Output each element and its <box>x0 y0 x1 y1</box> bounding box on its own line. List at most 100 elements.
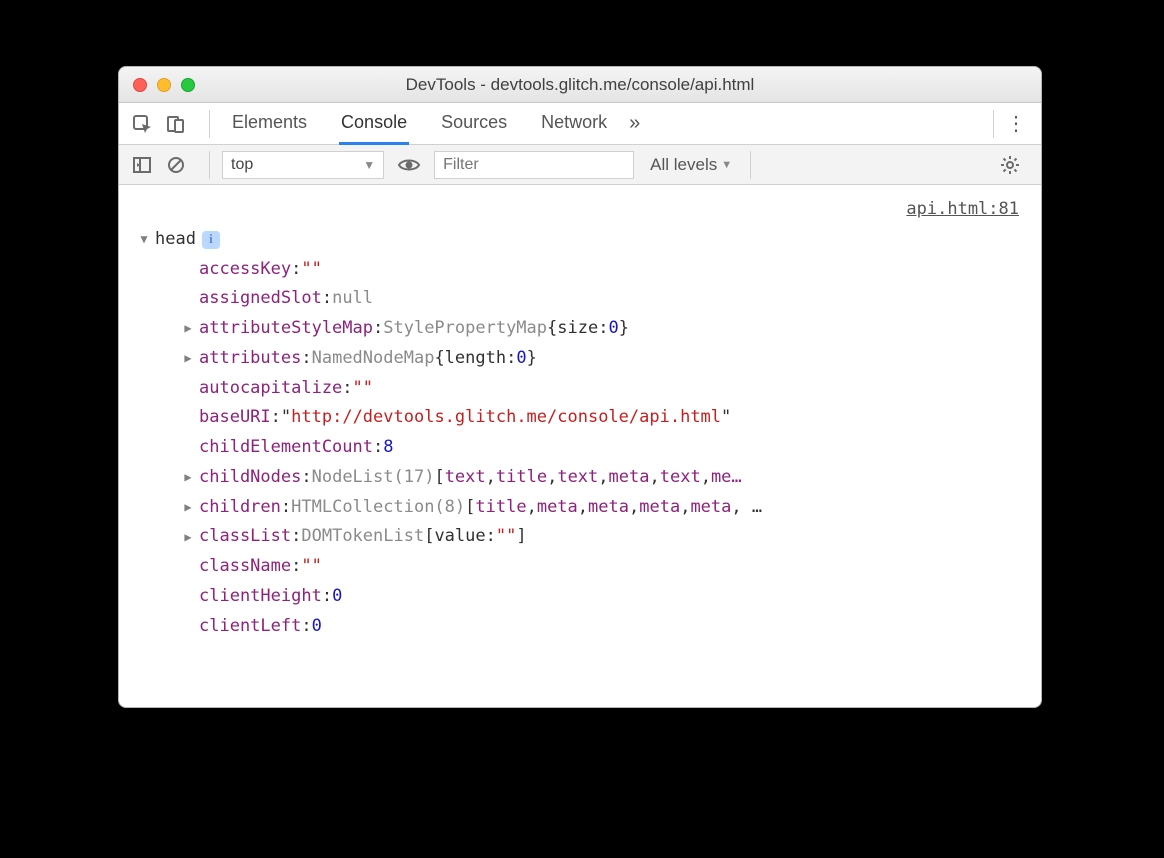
property-row[interactable]: children: HTMLCollection(8) [title, meta… <box>137 493 1023 523</box>
filter-input[interactable] <box>434 151 634 179</box>
execution-context-select[interactable]: top ▼ <box>222 151 384 179</box>
property-value-fragment: 0 <box>516 344 526 374</box>
property-value-fragment: , <box>629 493 639 523</box>
property-value-fragment: , <box>701 463 711 493</box>
property-row[interactable]: classList: DOMTokenList [value: ""] <box>137 522 1023 552</box>
property-key: children <box>199 493 281 523</box>
property-value-fragment: "" <box>496 522 516 552</box>
property-key: clientHeight <box>199 582 322 612</box>
kebab-menu-icon[interactable]: ⋮ <box>1006 111 1031 136</box>
disclosure-triangle-icon[interactable] <box>181 467 195 488</box>
property-value-fragment: , <box>547 463 557 493</box>
property-value-fragment: http://devtools.glitch.me/console/api.ht… <box>291 403 721 433</box>
property-row: clientHeight: 0 <box>137 582 1023 612</box>
property-row: baseURI: "http://devtools.glitch.me/cons… <box>137 403 1023 433</box>
window-title: DevTools - devtools.glitch.me/console/ap… <box>119 75 1041 95</box>
separator <box>750 151 751 179</box>
property-key: assignedSlot <box>199 284 322 314</box>
property-value-fragment: {length: <box>434 344 516 374</box>
separator <box>209 151 210 179</box>
property-value-fragment: 0 <box>608 314 618 344</box>
property-value-fragment: text <box>445 463 486 493</box>
disclosure-triangle-icon[interactable] <box>181 348 195 369</box>
property-value-fragment: {size: <box>547 314 608 344</box>
property-key: autocapitalize <box>199 374 342 404</box>
property-row: childElementCount: 8 <box>137 433 1023 463</box>
close-window-button[interactable] <box>133 78 147 92</box>
object-header-row[interactable]: head i <box>137 225 1023 255</box>
tab-network[interactable]: Network <box>539 103 609 145</box>
chevron-down-icon: ▼ <box>363 158 375 172</box>
property-key: className <box>199 552 291 582</box>
property-row[interactable]: childNodes: NodeList(17) [text, title, t… <box>137 463 1023 493</box>
console-toolbar: top ▼ All levels ▼ <box>119 145 1041 185</box>
property-value-fragment: meta <box>609 463 650 493</box>
property-value-fragment: null <box>332 284 373 314</box>
tab-elements[interactable]: Elements <box>230 103 309 145</box>
property-value-fragment: , <box>578 493 588 523</box>
context-label: top <box>231 156 263 174</box>
chevron-down-icon: ▼ <box>721 159 732 171</box>
property-value-fragment: DOMTokenList <box>301 522 424 552</box>
property-value-fragment: NodeList(17) <box>312 463 435 493</box>
property-value-fragment: , <box>598 463 608 493</box>
property-value-fragment: 0 <box>332 582 342 612</box>
property-value-fragment: StylePropertyMap <box>383 314 547 344</box>
toggle-console-sidebar-icon[interactable] <box>129 152 155 178</box>
property-value-fragment: "" <box>301 255 321 285</box>
separator <box>209 110 210 138</box>
disclosure-triangle-icon[interactable] <box>181 318 195 339</box>
property-value-fragment: text <box>660 463 701 493</box>
tab-sources[interactable]: Sources <box>439 103 509 145</box>
property-value-fragment: NamedNodeMap <box>312 344 435 374</box>
source-link[interactable]: api.html:81 <box>137 195 1023 225</box>
property-value-fragment: meta <box>690 493 731 523</box>
disclosure-triangle-icon[interactable] <box>181 497 195 518</box>
property-value-fragment: 0 <box>312 612 322 642</box>
property-value-fragment: "" <box>353 374 373 404</box>
property-value-fragment: " <box>721 403 731 433</box>
property-value-fragment: meta <box>537 493 578 523</box>
property-value-fragment: me… <box>711 463 742 493</box>
property-value-fragment: , <box>649 463 659 493</box>
object-label: head <box>155 225 196 255</box>
log-levels-select[interactable]: All levels ▼ <box>650 155 732 175</box>
property-value-fragment: HTMLCollection(8) <box>291 493 465 523</box>
panel-tabs: Elements Console Sources Network <box>230 103 609 145</box>
property-value-fragment: meta <box>588 493 629 523</box>
property-key: accessKey <box>199 255 291 285</box>
levels-label: All levels <box>650 155 717 175</box>
property-value-fragment: text <box>557 463 598 493</box>
zoom-window-button[interactable] <box>181 78 195 92</box>
minimize-window-button[interactable] <box>157 78 171 92</box>
property-row[interactable]: attributes: NamedNodeMap {length: 0} <box>137 344 1023 374</box>
property-row: accessKey: "" <box>137 255 1023 285</box>
property-value-fragment: title <box>496 463 547 493</box>
more-tabs-icon[interactable]: » <box>629 112 640 135</box>
property-value-fragment: } <box>619 314 629 344</box>
console-settings-icon[interactable] <box>997 152 1023 178</box>
disclosure-triangle-icon[interactable] <box>137 229 151 250</box>
property-value-fragment: [ <box>465 493 475 523</box>
clear-console-icon[interactable] <box>163 152 189 178</box>
property-value-fragment: meta <box>639 493 680 523</box>
property-row[interactable]: attributeStyleMap: StylePropertyMap {siz… <box>137 314 1023 344</box>
property-row: className: "" <box>137 552 1023 582</box>
property-row: assignedSlot: null <box>137 284 1023 314</box>
info-badge-icon[interactable]: i <box>202 231 220 249</box>
property-row: clientLeft: 0 <box>137 612 1023 642</box>
tab-console[interactable]: Console <box>339 103 409 145</box>
live-expression-icon[interactable] <box>396 152 422 178</box>
disclosure-triangle-icon[interactable] <box>181 527 195 548</box>
property-value-fragment: " <box>281 403 291 433</box>
property-value-fragment: [ <box>434 463 444 493</box>
devtools-window: DevTools - devtools.glitch.me/console/ap… <box>118 66 1042 708</box>
titlebar: DevTools - devtools.glitch.me/console/ap… <box>119 67 1041 103</box>
property-value-fragment: 8 <box>383 433 393 463</box>
property-key: classList <box>199 522 291 552</box>
property-value-fragment: , … <box>731 493 762 523</box>
device-toolbar-icon[interactable] <box>163 111 189 137</box>
property-key: childNodes <box>199 463 301 493</box>
inspect-element-icon[interactable] <box>129 111 155 137</box>
property-value-fragment: , <box>680 493 690 523</box>
